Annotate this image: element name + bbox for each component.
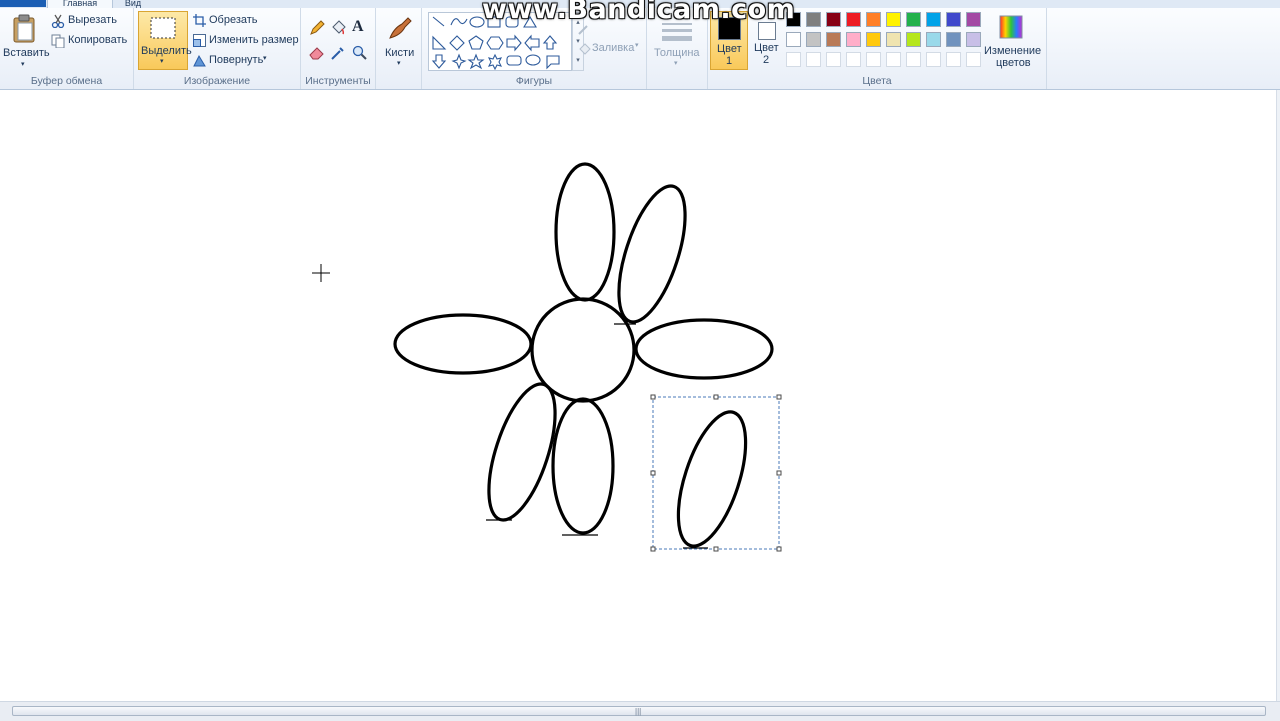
palette-swatch[interactable] [826,12,841,27]
palette-swatch[interactable] [886,52,901,67]
group-image: Выделить ▾ Обрезать Изменить размер Пове… [134,8,301,89]
group-label-clipboard: Буфер обмена [30,75,103,87]
paste-icon [13,14,35,43]
petal-top [554,162,616,302]
palette-swatch[interactable] [886,32,901,47]
edit-colors-label-2: цветов [996,57,1031,69]
brushes-button[interactable]: Кисти ▾ [380,11,418,71]
select-button[interactable]: Выделить ▾ [138,11,192,70]
brushes-label: Кисти [385,47,415,59]
fill-dropdown-icon[interactable]: ▾ [635,41,639,49]
edit-colors-label-1: Изменение [984,45,1042,57]
magnifier-icon[interactable] [352,45,368,61]
vertical-scrollbar[interactable] [1276,90,1280,701]
group-tools: A Инструменты [301,8,376,89]
palette-swatch[interactable] [826,52,841,67]
color2-number: 2 [763,54,770,66]
group-brushes: Кисти ▾ [376,8,422,89]
copy-icon [51,34,65,48]
palette-swatch[interactable] [966,52,981,67]
palette-swatch[interactable] [946,32,961,47]
group-label-tools: Инструменты [305,75,371,87]
palette-swatch[interactable] [946,12,961,27]
palette-swatch[interactable] [966,12,981,27]
palette-swatch[interactable] [806,32,821,47]
rotate-icon [193,54,206,67]
palette-swatch[interactable] [866,32,881,47]
eraser-icon[interactable] [309,45,325,61]
palette-swatch[interactable] [786,32,801,47]
rotate-label: Повернуть [209,54,264,66]
cut-label: Вырезать [68,14,117,26]
flower-drawing [312,162,782,552]
fill-label[interactable]: Заливка [592,42,634,54]
petal-bottom [551,397,615,535]
palette-swatch[interactable] [866,52,881,67]
pencil-icon[interactable] [309,20,325,36]
tab-home[interactable]: Главная [47,0,113,8]
brushes-dropdown-icon[interactable]: ▾ [397,59,401,67]
palette-swatch[interactable] [906,32,921,47]
palette-swatch[interactable] [806,52,821,67]
brush-icon [389,17,412,39]
palette-swatch[interactable] [906,52,921,67]
group-clipboard: Вставить ▾ Вырезать Копировать Буфер обм… [0,8,134,89]
bandicam-watermark: www.Bandicam.com [482,0,796,25]
size-label: Толщина [654,47,700,59]
text-icon[interactable]: A [352,18,364,36]
crosshair-cursor-icon [312,264,330,282]
scroll-grip-icon: ||| [635,707,642,716]
scissors-icon [51,14,65,28]
petal-top-right [617,184,687,324]
palette-swatch[interactable] [846,52,861,67]
resize-icon [193,34,206,47]
drawing-canvas[interactable] [0,90,1276,701]
palette-swatch[interactable] [786,52,801,67]
color1-number: 1 [726,55,733,67]
fill-bucket-icon[interactable] [330,20,346,36]
tab-file[interactable] [0,0,46,7]
palette-swatch[interactable] [886,12,901,27]
select-label: Выделить [141,45,192,57]
palette-swatch[interactable] [926,32,941,47]
group-label-colors: Цвета [862,75,892,87]
edit-colors-icon [999,15,1023,39]
palette-swatch[interactable] [826,32,841,47]
palette-swatch[interactable] [966,32,981,47]
palette-swatch[interactable] [806,12,821,27]
color-palette [786,12,986,72]
rotate-dropdown-icon[interactable]: ▾ [263,54,267,62]
petal-left [393,313,533,375]
crop-icon [193,14,206,27]
color2-label: Цвет [754,42,779,54]
paste-button[interactable]: Вставить ▾ [3,12,50,72]
horizontal-scroll-thumb[interactable]: ||| [12,706,1266,716]
palette-swatch[interactable] [926,52,941,67]
edit-colors-button[interactable]: Изменение цветов [983,11,1043,71]
palette-swatch[interactable] [846,32,861,47]
palette-swatch[interactable] [846,12,861,27]
select-icon [150,17,176,39]
group-label-shapes: Фигуры [515,75,553,87]
petal-right [634,318,774,380]
fill-icon [579,43,591,55]
palette-swatch[interactable] [926,12,941,27]
group-label-image: Изображение [183,75,251,87]
horizontal-scrollbar[interactable]: ||| [0,701,1280,721]
palette-swatch[interactable] [946,52,961,67]
tab-view[interactable]: Вид [118,0,148,8]
color1-label: Цвет [717,43,742,55]
select-dropdown-icon[interactable]: ▾ [160,57,164,65]
paste-label: Вставить [3,47,50,59]
palette-swatch[interactable] [866,12,881,27]
palette-swatch[interactable] [906,12,921,27]
paste-dropdown-icon[interactable]: ▾ [21,60,25,68]
crop-label: Обрезать [209,14,258,26]
copy-label: Копировать [68,34,128,46]
resize-label: Изменить размер [209,34,299,46]
petal-selected [676,410,748,548]
color-picker-icon[interactable] [330,45,346,61]
size-dropdown-icon[interactable]: ▾ [674,59,678,67]
